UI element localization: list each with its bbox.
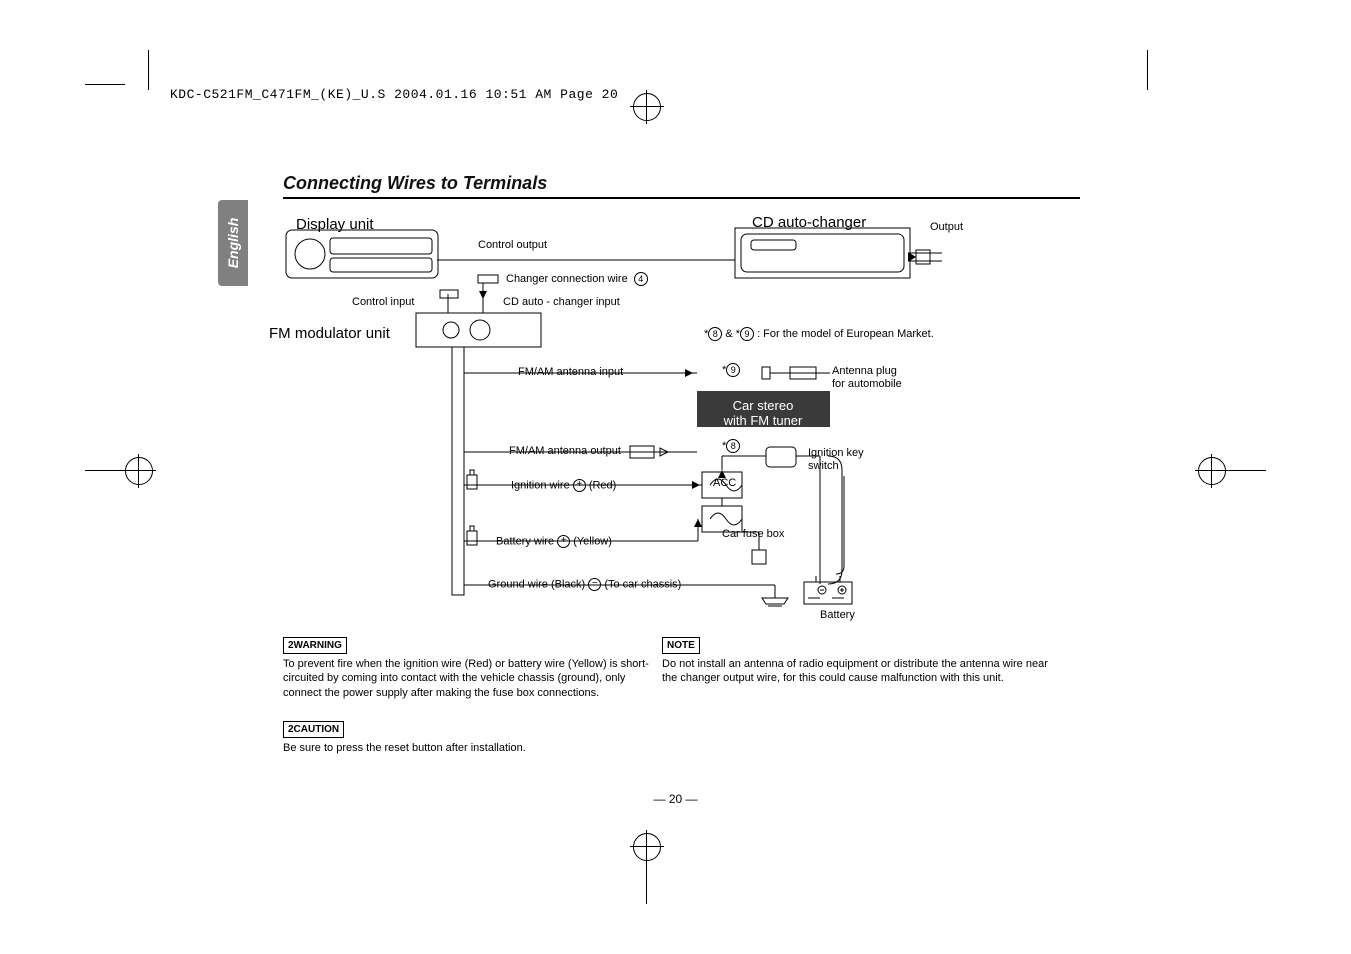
output-label: Output — [930, 221, 963, 234]
acc-label: ACC — [713, 477, 736, 490]
control-output-label: Control output — [478, 239, 547, 252]
crop-mark — [1226, 470, 1266, 471]
control-input-label: Control input — [352, 296, 414, 309]
ignition-wire-label: Ignition wire + (Red) — [511, 479, 616, 492]
minus-icon: − — [588, 578, 601, 591]
fm-antenna-in-label: FM/AM antenna input — [518, 366, 623, 379]
page-number: — 20 — — [0, 792, 1351, 806]
battery-wire-text: Battery wire — [496, 535, 554, 547]
note-tag: NOTE — [662, 637, 700, 654]
cd-changer-label: CD auto-changer — [752, 214, 866, 231]
battery-label: Battery — [820, 609, 855, 622]
print-header: KDC-C521FM_C471FM_(KE)_U.S 2004.01.16 10… — [170, 87, 618, 102]
crop-mark — [646, 864, 647, 904]
euro-mid: & * — [722, 328, 740, 340]
fm-modulator-label: FM modulator unit — [269, 325, 390, 342]
euro-ref1: 8 — [708, 327, 722, 341]
ground-wire-text: Ground wire (Black) — [488, 578, 585, 590]
crop-mark — [1147, 50, 1148, 90]
language-tab: English — [218, 200, 248, 286]
registration-mark — [633, 93, 661, 121]
plus-icon: + — [573, 479, 586, 492]
title-underline — [283, 197, 1080, 199]
cd-input-label: CD auto - changer input — [503, 296, 620, 309]
ref-8: *8 — [722, 439, 740, 453]
ref-8-num: 8 — [726, 439, 740, 453]
antenna-plug-label: Antenna plug for automobile — [832, 365, 902, 390]
car-stereo-l2: with FM tuner — [724, 413, 803, 428]
display-unit-label: Display unit — [296, 216, 374, 233]
changer-conn-text: Changer connection wire — [506, 273, 628, 285]
changer-conn-label: Changer connection wire 4 — [506, 272, 648, 286]
antenna-plug-l1: Antenna plug — [832, 365, 897, 377]
ground-wire-suffix: (To car chassis) — [601, 578, 681, 590]
warning-tag: 2WARNING — [283, 637, 347, 654]
warning-section: 2WARNING To prevent fire when the igniti… — [283, 637, 653, 700]
caution-section: 2CAUTION Be sure to press the reset butt… — [283, 721, 653, 755]
crop-mark — [85, 470, 125, 471]
ignition-key-l1: Ignition key — [808, 447, 864, 459]
changer-conn-ref: 4 — [634, 272, 648, 286]
antenna-plug-l2: for automobile — [832, 378, 902, 390]
battery-wire-suffix: (Yellow) — [570, 535, 612, 547]
caution-tag: 2CAUTION — [283, 721, 344, 738]
ground-wire-label: Ground wire (Black) − (To car chassis) — [488, 578, 681, 591]
fm-antenna-out-label: FM/AM antenna output — [509, 445, 621, 458]
car-fuse-label: Car fuse box — [722, 528, 784, 541]
ref-9: *9 — [722, 363, 740, 377]
note-section: NOTE Do not install an antenna of radio … — [662, 637, 1062, 686]
registration-mark — [1198, 457, 1226, 485]
euro-ref2: 9 — [740, 327, 754, 341]
registration-mark — [125, 457, 153, 485]
registration-mark — [633, 833, 661, 861]
crop-mark — [148, 50, 149, 90]
car-stereo-label: Car stereo with FM tuner — [708, 399, 818, 429]
euro-market-note: *8 & *9 : For the model of European Mark… — [704, 327, 934, 341]
wiring-diagram — [0, 0, 1351, 954]
ignition-key-l2: switch — [808, 460, 839, 472]
plus-icon: + — [557, 535, 570, 548]
warning-text: To prevent fire when the ignition wire (… — [283, 658, 649, 699]
ref-9-num: 9 — [726, 363, 740, 377]
caution-text: Be sure to press the reset button after … — [283, 742, 526, 754]
page-title: Connecting Wires to Terminals — [283, 173, 547, 194]
ignition-wire-suffix: (Red) — [586, 479, 617, 491]
euro-suffix: : For the model of European Market. — [754, 328, 934, 340]
ignition-wire-text: Ignition wire — [511, 479, 570, 491]
ignition-key-label: Ignition key switch — [808, 447, 864, 472]
car-stereo-l1: Car stereo — [733, 398, 794, 413]
battery-wire-label: Battery wire + (Yellow) — [496, 535, 612, 548]
note-text: Do not install an antenna of radio equip… — [662, 658, 1048, 684]
crop-mark — [85, 84, 125, 85]
language-tab-label: English — [225, 218, 241, 269]
